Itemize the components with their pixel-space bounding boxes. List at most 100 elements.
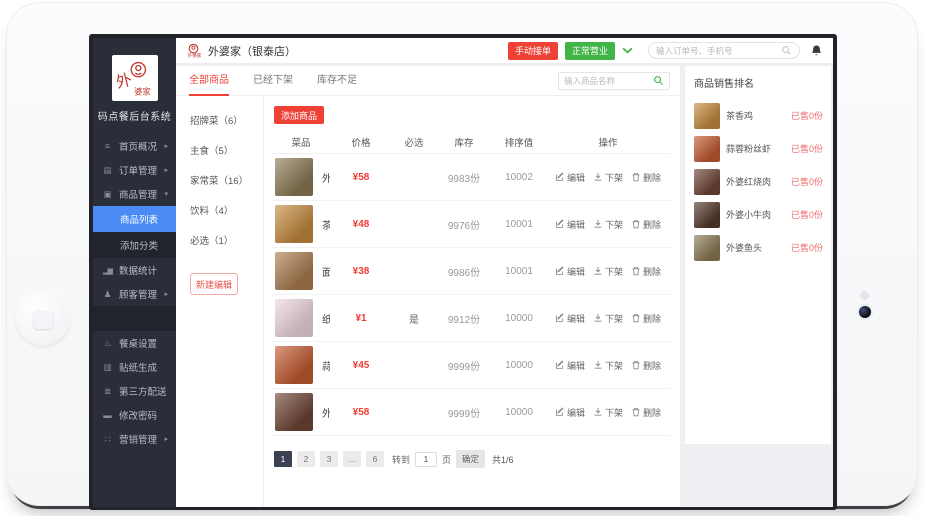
dish-name: 面包烧: [322, 264, 330, 279]
category-item[interactable]: 家常菜（16）: [190, 173, 263, 187]
store-name: 外婆家（银泰店）: [208, 43, 296, 59]
edit-button[interactable]: 编辑: [555, 218, 585, 231]
off-shelf-button[interactable]: 下架: [593, 359, 623, 372]
edit-button[interactable]: 编辑: [555, 312, 585, 325]
category-item[interactable]: 饮料（4）: [190, 203, 263, 217]
sidebar-item-label: 首页概况: [119, 139, 157, 153]
col-required: 必选: [392, 135, 436, 149]
sidebar: 外 婆家 码点餐后台系统 首页概况 订单管理: [93, 38, 176, 507]
sidebar-menu-item[interactable]: 订单管理: [93, 158, 176, 182]
col-actions: 操作: [546, 135, 670, 149]
sidebar-menu-item[interactable]: 第三方配送: [93, 379, 176, 403]
delete-button[interactable]: 删除: [631, 171, 661, 184]
page-button[interactable]: 2: [297, 451, 315, 467]
home-button[interactable]: [15, 291, 71, 347]
add-product-button[interactable]: 添加商品: [274, 106, 324, 124]
category-items: 招牌菜（6） 主食（5） 家常菜（16） 饮料（4） 必选（1）: [190, 113, 263, 247]
delete-button[interactable]: 删除: [631, 406, 661, 419]
delete-button[interactable]: 删除: [631, 359, 661, 372]
ranking-title: 商品销售排名: [694, 75, 823, 90]
edit-button[interactable]: 编辑: [555, 406, 585, 419]
sidebar-menu-item[interactable]: 修改密码: [93, 403, 176, 427]
off-shelf-button[interactable]: 下架: [593, 312, 623, 325]
goto-confirm-button[interactable]: 确定: [456, 450, 485, 468]
sidebar-item-label: 数据统计: [119, 263, 157, 277]
dish-price: ¥48: [330, 219, 392, 230]
dish-sort-value: 10000: [492, 360, 546, 371]
manual-order-button[interactable]: 手动接单: [508, 42, 558, 60]
orders-icon: [102, 166, 113, 175]
brand-logo: 外 婆家: [112, 55, 158, 101]
order-search-input[interactable]: [656, 46, 781, 56]
sidebar-menu-item[interactable]: 顾客管理: [93, 282, 176, 306]
goods-search-input[interactable]: [564, 76, 653, 86]
business-status-button[interactable]: 正常营业: [565, 42, 615, 60]
sidebar-item-label: 营销管理: [119, 432, 157, 446]
page-button[interactable]: ...: [343, 451, 361, 467]
goto-page-input[interactable]: [415, 452, 437, 467]
delete-button[interactable]: 删除: [631, 218, 661, 231]
sidebar-menu-item[interactable]: 数据统计: [93, 258, 176, 282]
category-item[interactable]: 主食（5）: [190, 143, 263, 157]
chevron-down-icon[interactable]: [622, 47, 633, 54]
light-sensor: [860, 291, 869, 300]
edit-icon: [555, 172, 565, 182]
sidebar-menu-item[interactable]: 首页概况: [93, 134, 176, 158]
sidebar-menu-item[interactable]: 商品列表: [93, 206, 176, 232]
edit-button[interactable]: 编辑: [555, 265, 585, 278]
sidebar-menu-item[interactable]: 贴纸生成: [93, 355, 176, 379]
dish-required: 是: [392, 311, 436, 326]
category-item[interactable]: 必选（1）: [190, 233, 263, 247]
sidebar-menu-item[interactable]: [93, 306, 176, 331]
page-button[interactable]: 6: [366, 451, 384, 467]
goods-search-icon[interactable]: [653, 75, 664, 86]
goods-tab[interactable]: 库存不足: [317, 66, 357, 96]
sidebar-item-label: 商品管理: [119, 187, 157, 201]
table-row: 纸巾 ¥1 是 9912份 10000: [272, 295, 670, 342]
page-button[interactable]: 1: [274, 451, 292, 467]
goods-tab[interactable]: 已经下架: [253, 66, 293, 96]
ranking-dish-name: 外婆鱼头: [726, 241, 785, 254]
edit-button[interactable]: 编辑: [555, 171, 585, 184]
page-button[interactable]: 3: [320, 451, 338, 467]
dish-name: 外婆红烧肉: [322, 405, 330, 420]
edit-icon: [555, 360, 565, 370]
search-icon[interactable]: [781, 45, 792, 56]
goods-search: [558, 72, 670, 90]
ranking-dish-photo: [694, 169, 720, 195]
dish-sort-value: 10001: [492, 266, 546, 277]
category-item[interactable]: 招牌菜（6）: [190, 113, 263, 127]
dish-price: ¥58: [330, 172, 392, 183]
ranking-dish-photo: [694, 103, 720, 129]
goods-tab[interactable]: 全部商品: [189, 66, 229, 96]
marketing-icon: [102, 435, 113, 444]
off-shelf-button[interactable]: 下架: [593, 265, 623, 278]
ranking-sold-badge: 已售0份: [791, 109, 823, 122]
sidebar-item-label: 第三方配送: [119, 384, 167, 398]
main-area: 外婆家 外婆家（银泰店） 手动接单 正常营业: [176, 38, 833, 507]
sidebar-menu-item[interactable]: 添加分类: [93, 232, 176, 258]
off-shelf-button[interactable]: 下架: [593, 406, 623, 419]
sidebar-menu-item[interactable]: 餐桌设置: [93, 331, 176, 355]
sidebar-menu-item[interactable]: 商品管理: [93, 182, 176, 206]
ranking-sold-badge: 已售0份: [791, 241, 823, 254]
table-row: 外婆红烧肉 ¥58 9999份 10000: [272, 389, 670, 436]
table-row: 外婆鱼头 ¥58 9983份 10002: [272, 154, 670, 201]
off-shelf-button[interactable]: 下架: [593, 218, 623, 231]
page-buttons: 1 2 3 ... 6: [274, 451, 384, 467]
delete-button[interactable]: 删除: [631, 265, 661, 278]
ranking-sold-badge: 已售0份: [791, 208, 823, 221]
ranking-list: 茶香鸡 已售0份 蒜蓉粉丝虾 已售0份: [694, 99, 823, 264]
dish-price: ¥38: [330, 266, 392, 277]
notification-bell-icon[interactable]: [810, 44, 823, 57]
off-shelf-button[interactable]: 下架: [593, 171, 623, 184]
sidebar-menu-item[interactable]: 营销管理: [93, 427, 176, 451]
delete-button[interactable]: 删除: [631, 312, 661, 325]
dish-stock: 9999份: [436, 358, 492, 373]
dish-photo: [275, 205, 313, 243]
edit-button[interactable]: 编辑: [555, 359, 585, 372]
new-edit-button[interactable]: 新建编辑: [190, 273, 238, 295]
dish-photo: [275, 346, 313, 384]
dish-price: ¥1: [330, 313, 392, 324]
sidebar-item-label: 商品列表: [120, 212, 158, 226]
